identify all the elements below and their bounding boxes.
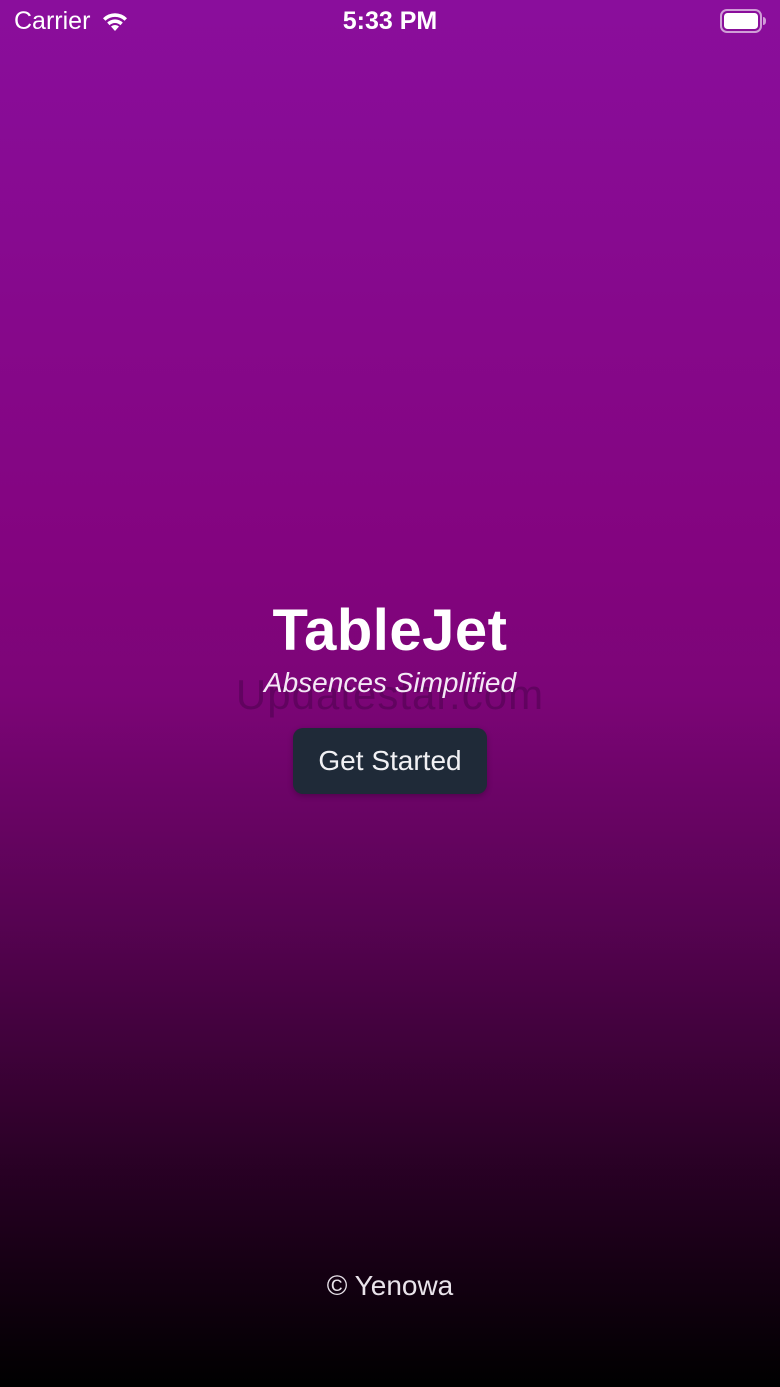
status-bar: Carrier 5:33 PM xyxy=(0,0,780,44)
app-title: TableJet xyxy=(272,598,508,663)
battery-icon xyxy=(720,9,766,33)
app-tagline: Absences Simplified xyxy=(263,667,517,698)
splash-screen: Carrier 5:33 PM TableJet Updatestar.com … xyxy=(0,0,780,1387)
copyright-text: © Yenowa xyxy=(326,1270,454,1301)
get-started-button[interactable]: Get Started xyxy=(293,728,487,794)
status-time: 5:33 PM xyxy=(342,7,438,35)
